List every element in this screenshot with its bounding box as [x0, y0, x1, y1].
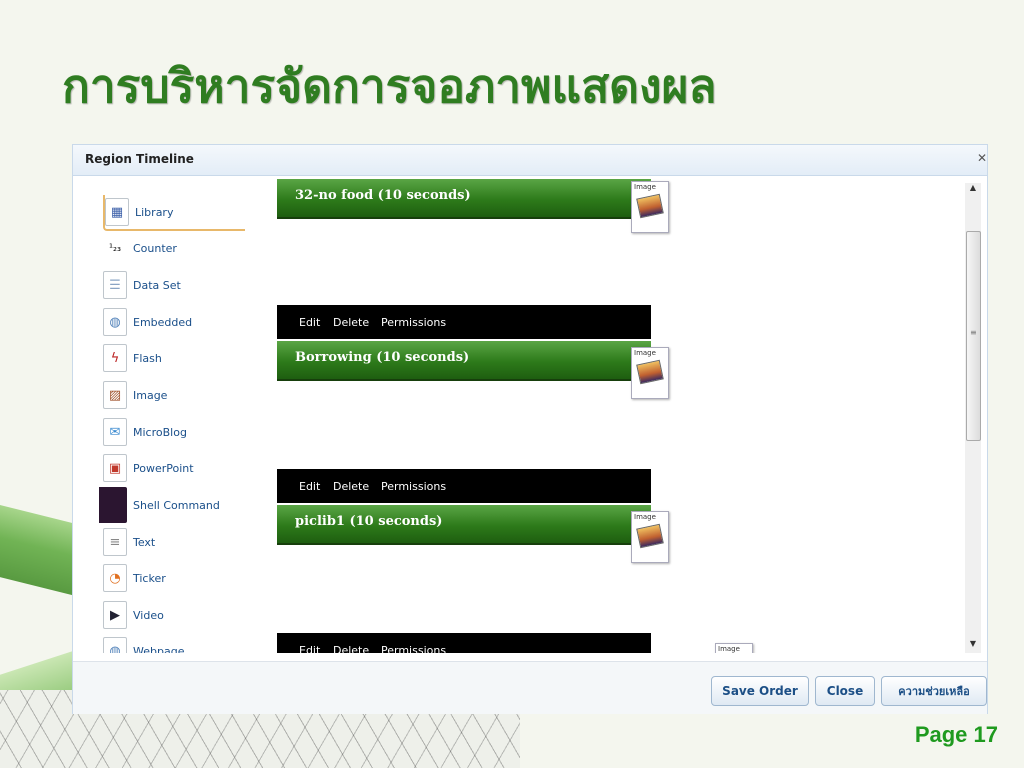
toolbox-item-label: Library	[135, 205, 174, 219]
grip-icon: ≡	[970, 328, 977, 337]
close-button[interactable]: Close	[815, 676, 875, 706]
image-icon	[636, 523, 664, 549]
toolbox: ▦ Library ¹₂₃ Counter ☰ Data Set ◍ Embed…	[99, 191, 249, 653]
scrollbar-thumb[interactable]: ≡	[966, 231, 981, 441]
toolbox-item-dataset[interactable]: ☰ Data Set	[103, 268, 243, 302]
media-thumbnail: Image	[631, 347, 669, 399]
media-thumbnail: Image	[715, 643, 753, 653]
toolbox-item-webpage[interactable]: ◍ Webpage	[103, 634, 243, 653]
toolbox-item-label: Embedded	[133, 315, 193, 329]
media-thumbnail: Image	[631, 511, 669, 563]
help-button[interactable]: ความช่วยเหลือ	[881, 676, 987, 706]
flash-icon: ϟ	[103, 344, 127, 372]
powerpoint-icon: ▣	[103, 454, 127, 482]
toolbox-item-label: Text	[133, 535, 156, 549]
page-number: Page 17	[914, 722, 998, 747]
edit-link[interactable]: Edit	[299, 644, 320, 653]
region-timeline-dialog: Region Timeline ✕ ▦ Library ¹₂₃ Counter …	[72, 144, 988, 714]
image-icon: ▨	[103, 381, 127, 409]
thumb-label: Image	[718, 645, 740, 653]
dialog-body: ▦ Library ¹₂₃ Counter ☰ Data Set ◍ Embed…	[73, 177, 987, 653]
scroll-up-icon[interactable]: ▲	[965, 183, 981, 197]
toolbox-item-label: Ticker	[133, 571, 166, 585]
thumb-label: Image	[634, 513, 656, 521]
toolbox-item-embedded[interactable]: ◍ Embedded	[103, 305, 243, 339]
toolbox-item-shell-command[interactable]: Shell Command	[99, 487, 243, 523]
toolbox-item-label: Webpage	[133, 644, 185, 654]
image-icon	[636, 193, 664, 219]
toolbox-item-flash[interactable]: ϟ Flash	[103, 341, 243, 375]
webpage-icon: ◍	[103, 637, 127, 653]
timeline-media-item[interactable]: 32-no food (10 seconds)	[277, 179, 651, 219]
shell-command-icon	[99, 487, 127, 523]
toolbox-item-microblog[interactable]: ✉ MicroBlog	[103, 415, 243, 449]
timeline-media-item[interactable]: Borrowing (10 seconds)	[277, 341, 651, 381]
dialog-title: Region Timeline	[85, 152, 194, 166]
permissions-link[interactable]: Permissions	[381, 316, 446, 329]
edit-link[interactable]: Edit	[299, 316, 320, 329]
counter-icon: ¹₂₃	[103, 234, 127, 262]
timeline-media-item[interactable]: piclib1 (10 seconds)	[277, 505, 651, 545]
toolbox-item-label: Video	[133, 608, 164, 622]
toolbox-item-counter[interactable]: ¹₂₃ Counter	[103, 231, 243, 265]
media-name: Borrowing (10 seconds)	[295, 350, 470, 365]
ticker-icon: ◔	[103, 564, 127, 592]
toolbox-item-label: Flash	[133, 351, 162, 365]
media-name: piclib1 (10 seconds)	[295, 514, 443, 529]
edit-link[interactable]: Edit	[299, 480, 320, 493]
toolbox-item-label: Image	[133, 388, 168, 402]
toolbox-item-label: MicroBlog	[133, 425, 187, 439]
media-actions: Edit Delete Permissions	[277, 633, 651, 653]
dialog-header: Region Timeline ✕	[73, 145, 987, 176]
video-icon: ▶	[103, 601, 127, 629]
permissions-link[interactable]: Permissions	[381, 644, 446, 653]
delete-link[interactable]: Delete	[333, 480, 369, 493]
library-icon: ▦	[105, 198, 129, 226]
toolbox-item-label: Shell Command	[133, 498, 220, 512]
media-actions: Edit Delete Permissions	[277, 469, 651, 503]
dataset-icon: ☰	[103, 271, 127, 299]
dialog-footer: Save Order Close ความช่วยเหลือ	[73, 661, 987, 714]
media-thumbnail: Image	[631, 181, 669, 233]
save-order-button[interactable]: Save Order	[711, 676, 809, 706]
permissions-link[interactable]: Permissions	[381, 480, 446, 493]
close-icon[interactable]: ✕	[977, 151, 987, 165]
text-icon: ≡	[103, 528, 127, 556]
embedded-icon: ◍	[103, 308, 127, 336]
scroll-down-icon[interactable]: ▼	[965, 639, 981, 653]
image-icon	[636, 359, 664, 385]
toolbox-item-ticker[interactable]: ◔ Ticker	[103, 561, 243, 595]
media-actions: Edit Delete Permissions	[277, 305, 651, 339]
thumb-label: Image	[634, 183, 656, 191]
delete-link[interactable]: Delete	[333, 316, 369, 329]
toolbox-item-image[interactable]: ▨ Image	[103, 378, 243, 412]
toolbox-item-video[interactable]: ▶ Video	[103, 598, 243, 632]
toolbox-item-text[interactable]: ≡ Text	[103, 525, 243, 559]
toolbox-item-label: Data Set	[133, 278, 181, 292]
toolbox-item-label: Counter	[133, 241, 177, 255]
timeline-scrollbar[interactable]: ▲ ≡ ▼	[965, 183, 981, 653]
thumb-label: Image	[634, 349, 656, 357]
microblog-icon: ✉	[103, 418, 127, 446]
toolbox-item-powerpoint[interactable]: ▣ PowerPoint	[103, 451, 243, 485]
toolbox-item-library[interactable]: ▦ Library	[103, 195, 245, 231]
media-name: 32-no food (10 seconds)	[295, 188, 471, 203]
delete-link[interactable]: Delete	[333, 644, 369, 653]
slide-title: การบริหารจัดการจอภาพแสดงผล	[62, 59, 717, 113]
timeline: 32-no food (10 seconds) Image Edit Delet…	[277, 177, 967, 653]
toolbox-item-label: PowerPoint	[133, 461, 194, 475]
